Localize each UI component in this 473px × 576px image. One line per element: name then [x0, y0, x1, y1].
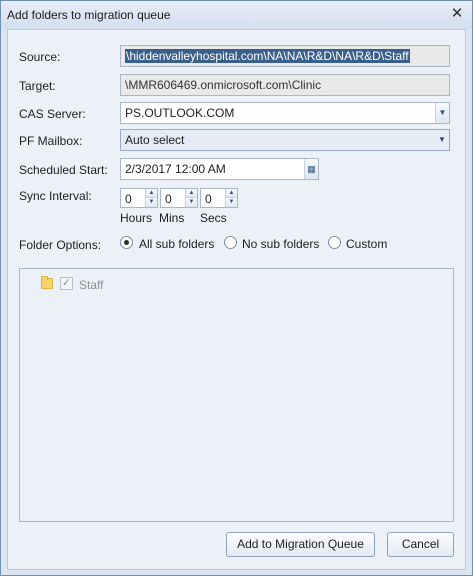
chevron-up-icon[interactable]: ▲ [225, 189, 237, 198]
source-label: Source: [19, 50, 61, 64]
source-value: \hiddenvalleyhospital.com\NA\NA\R&D\NA\R… [125, 49, 410, 63]
chevron-down-icon[interactable]: ▼ [435, 103, 449, 123]
folder-options-label: Folder Options: [19, 238, 102, 252]
source-field[interactable]: \hiddenvalleyhospital.com\NA\NA\R&D\NA\R… [120, 45, 450, 67]
close-icon[interactable]: ✕ [448, 5, 466, 23]
radio-all-sub-folders[interactable] [120, 236, 133, 249]
sync-interval-label: Sync Interval: [19, 189, 92, 203]
chevron-down-icon[interactable]: ▼ [225, 198, 237, 207]
hours-stepper[interactable]: 0 ▲ ▼ [120, 188, 158, 208]
chevron-down-icon[interactable]: ▼ [185, 198, 197, 207]
chevron-down-icon[interactable]: ▼ [145, 198, 157, 207]
radio-no-sub-folders-label[interactable]: No sub folders [242, 237, 319, 251]
scheduled-start-label: Scheduled Start: [19, 163, 108, 177]
cas-server-value: PS.OUTLOOK.COM [125, 106, 235, 120]
target-label: Target: [19, 79, 56, 93]
radio-custom[interactable] [328, 236, 341, 249]
radio-all-sub-folders-label[interactable]: All sub folders [139, 237, 214, 251]
calendar-icon[interactable]: ▦ [304, 159, 318, 179]
secs-unit-label: Secs [200, 211, 227, 225]
tree-item-label[interactable]: Staff [79, 278, 103, 292]
pf-mailbox-combo[interactable]: Auto select ▼ [120, 129, 450, 151]
mins-stepper[interactable]: 0 ▲ ▼ [160, 188, 198, 208]
add-to-migration-queue-button[interactable]: Add to Migration Queue [226, 532, 375, 557]
chevron-up-icon[interactable]: ▲ [145, 189, 157, 198]
scheduled-start-picker[interactable]: 2/3/2017 12:00 AM ▦ [120, 158, 319, 180]
radio-no-sub-folders[interactable] [224, 236, 237, 249]
target-field[interactable]: \MMR606469.onmicrosoft.com\Clinic [120, 74, 450, 96]
cas-server-combo[interactable]: PS.OUTLOOK.COM ▼ [120, 102, 450, 124]
chevron-down-icon[interactable]: ▼ [435, 130, 449, 150]
dialog-body: Source: \hiddenvalleyhospital.com\NA\NA\… [7, 29, 466, 570]
radio-custom-label[interactable]: Custom [346, 237, 387, 251]
title-bar: Add folders to migration queue ✕ [1, 1, 472, 29]
chevron-up-icon[interactable]: ▲ [185, 189, 197, 198]
cas-server-label: CAS Server: [19, 107, 86, 121]
pf-mailbox-value: Auto select [125, 133, 185, 147]
secs-value: 0 [205, 192, 212, 206]
folder-tree[interactable]: ✓ Staff [19, 268, 454, 522]
pf-mailbox-label: PF Mailbox: [19, 134, 83, 148]
folder-icon [41, 276, 53, 289]
secs-stepper[interactable]: 0 ▲ ▼ [200, 188, 238, 208]
hours-value: 0 [125, 192, 132, 206]
cancel-button[interactable]: Cancel [387, 532, 454, 557]
mins-unit-label: Mins [159, 211, 185, 225]
scheduled-start-value: 2/3/2017 12:00 AM [125, 162, 226, 176]
dialog-window: Add folders to migration queue ✕ Source:… [0, 0, 473, 576]
tree-item-checkbox[interactable]: ✓ [60, 277, 73, 290]
hours-unit-label: Hours [120, 211, 153, 225]
mins-value: 0 [165, 192, 172, 206]
window-title: Add folders to migration queue [7, 8, 171, 22]
